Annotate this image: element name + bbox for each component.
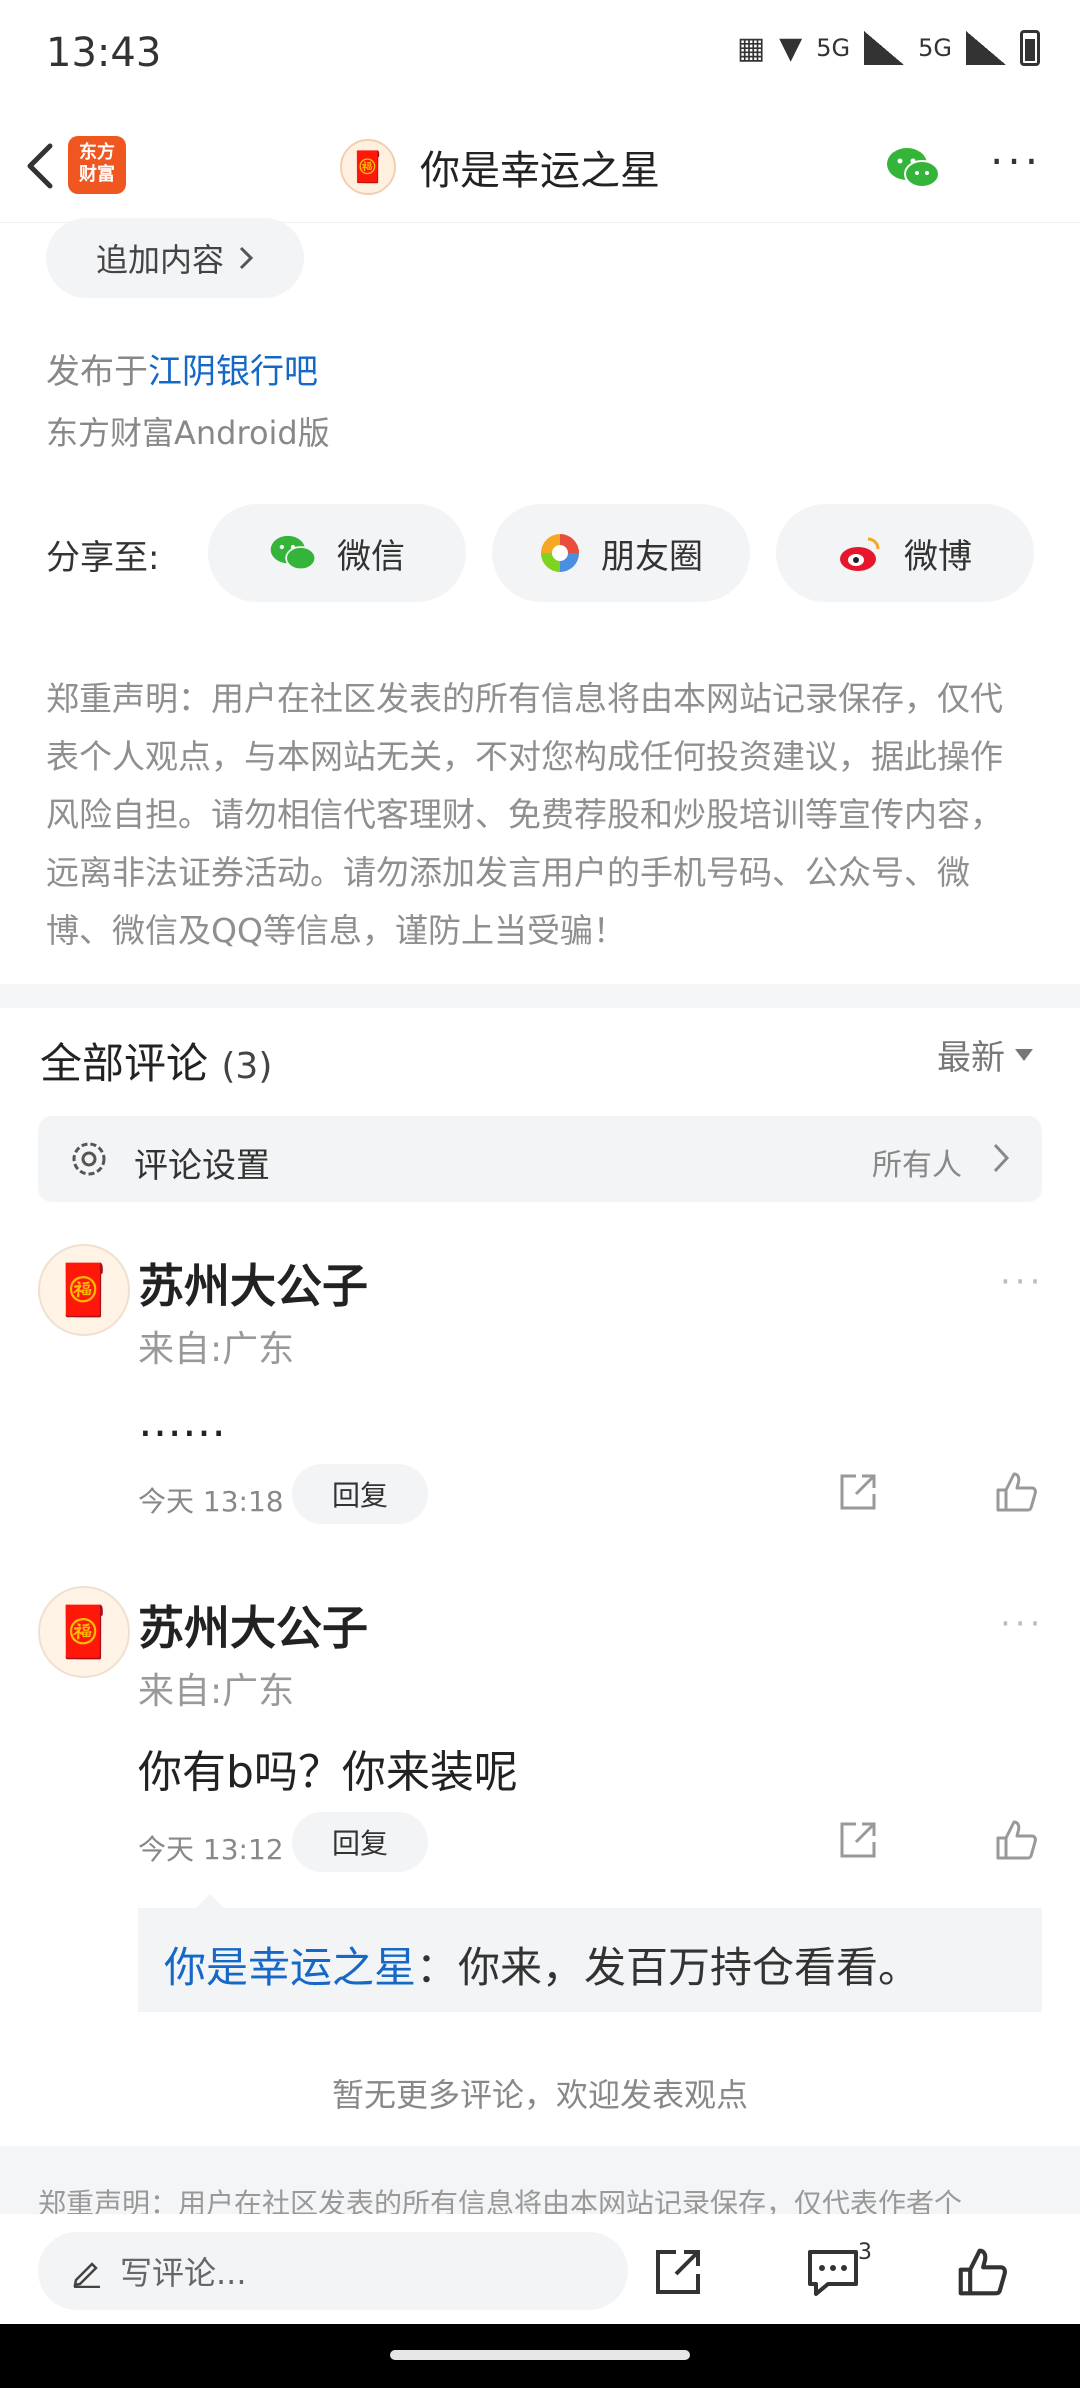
quote-content: 你是幸运之星：你来，发百万持仓看看。 bbox=[164, 1934, 920, 1995]
comments-count: (3) bbox=[221, 1046, 273, 1087]
reply-button[interactable]: 回复 bbox=[292, 1464, 428, 1524]
page-title: 你是幸运之星 bbox=[420, 148, 660, 194]
commenter-avatar[interactable]: 🧧 bbox=[38, 1586, 130, 1678]
comment-settings-row[interactable]: 评论设置 所有人 bbox=[38, 1116, 1042, 1202]
system-nav-bar bbox=[0, 2324, 1080, 2388]
chevron-right-icon bbox=[239, 246, 254, 270]
comment-text: 你有b吗？你来装呢 bbox=[138, 1747, 518, 1798]
commenter-avatar[interactable]: 🧧 bbox=[38, 1244, 130, 1336]
logo-text-1: 东方 bbox=[79, 142, 115, 163]
published-prefix: 发布于 bbox=[46, 352, 148, 392]
pencil-icon bbox=[73, 2262, 100, 2288]
footer-disclaimer-text: 郑重声明：用户在社区发表的所有信息将由本网站记录保存，仅代表作者个 bbox=[38, 2187, 963, 2214]
share-wechat-button[interactable]: 微信 bbox=[208, 504, 466, 602]
chevron-right-icon bbox=[993, 1143, 1010, 1173]
share-weibo-label: 微博 bbox=[904, 536, 972, 577]
app-logo[interactable]: 东方 财富 bbox=[68, 136, 126, 194]
commenter-name[interactable]: 苏州大公子 bbox=[138, 1592, 368, 1658]
commenter-name[interactable]: 苏州大公子 bbox=[138, 1250, 368, 1316]
share-wechat-label: 微信 bbox=[337, 536, 405, 577]
network-label-2: 5G bbox=[918, 34, 952, 62]
logo-text-2: 财富 bbox=[79, 164, 115, 185]
share-comment-icon[interactable] bbox=[836, 1470, 880, 1514]
status-icons: ▦ ▼ 5G 5G bbox=[737, 30, 1040, 66]
like-icon[interactable] bbox=[994, 1818, 1038, 1862]
comments-heading: 全部评论 (3) bbox=[40, 1030, 272, 1091]
published-info: 发布于江阴银行吧 bbox=[46, 344, 318, 393]
title-group[interactable]: 🧧 你是幸运之星 bbox=[340, 138, 660, 196]
comment-count-badge: 3 bbox=[858, 2240, 872, 2265]
status-bar: 13:43 ▦ ▼ 5G 5G bbox=[0, 0, 1080, 110]
share-moments-label: 朋友圈 bbox=[601, 536, 703, 577]
share-label: 分享至: bbox=[46, 538, 160, 578]
signal-icon bbox=[864, 31, 905, 65]
share-icon[interactable] bbox=[652, 2246, 704, 2298]
comment-time: 今天 13:12 bbox=[138, 1833, 284, 1866]
signal-icon-2 bbox=[966, 31, 1006, 65]
back-arrow-icon[interactable] bbox=[18, 138, 68, 194]
no-more-comments: 暂无更多评论，欢迎发表观点 bbox=[331, 2076, 748, 2114]
caret-down-icon bbox=[1015, 1048, 1033, 1061]
home-gesture-bar[interactable] bbox=[390, 2350, 690, 2360]
client-info: 东方财富Android版 bbox=[46, 414, 330, 452]
wechat-share-icon[interactable] bbox=[885, 146, 941, 190]
network-label-1: 5G bbox=[816, 34, 851, 62]
like-post-icon[interactable] bbox=[956, 2246, 1008, 2298]
gear-icon bbox=[72, 1142, 106, 1176]
board-link[interactable]: 江阴银行吧 bbox=[148, 352, 318, 392]
top-nav-bar: 东方 财富 🧧 你是幸运之星 ··· bbox=[0, 110, 1080, 223]
nfc-icon: ▦ bbox=[736, 30, 766, 66]
like-icon[interactable] bbox=[994, 1470, 1038, 1514]
author-avatar: 🧧 bbox=[340, 139, 396, 195]
comments-title: 全部评论 bbox=[40, 1039, 209, 1088]
comment-icon[interactable] bbox=[806, 2248, 860, 2298]
wechat-icon bbox=[270, 535, 317, 571]
comment-settings-value: 所有人 bbox=[872, 1148, 962, 1183]
quoted-reply[interactable]: 你是幸运之星：你来，发百万持仓看看。 bbox=[138, 1894, 1042, 2012]
bottom-action-bar: 写评论... 3 bbox=[0, 2214, 1080, 2324]
reply-button[interactable]: 回复 bbox=[292, 1812, 428, 1872]
status-time: 13:43 bbox=[46, 30, 162, 76]
write-comment-input[interactable]: 写评论... bbox=[38, 2232, 628, 2310]
share-moments-button[interactable]: 朋友圈 bbox=[492, 504, 750, 602]
footer-disclaimer: 郑重声明：用户在社区发表的所有信息将由本网站记录保存，仅代表作者个 bbox=[0, 2146, 1080, 2214]
comment-more-icon[interactable]: ··· bbox=[1000, 1604, 1044, 1644]
moments-icon bbox=[541, 534, 579, 572]
weibo-icon bbox=[840, 537, 880, 571]
disclaimer-text: 郑重声明：用户在社区发表的所有信息将由本网站记录保存，仅代表个人观点，与本网站无… bbox=[46, 679, 1003, 950]
quote-pointer bbox=[196, 1894, 224, 1908]
sort-dropdown[interactable]: 最新 bbox=[937, 1030, 1033, 1079]
sort-label: 最新 bbox=[937, 1038, 1005, 1078]
add-content-label: 追加内容 bbox=[95, 241, 224, 279]
comment-time: 今天 13:18 bbox=[138, 1485, 284, 1518]
quote-user[interactable]: 你是幸运之星 bbox=[164, 1943, 416, 1992]
share-comment-icon[interactable] bbox=[836, 1818, 880, 1862]
commenter-location: 来自:广东 bbox=[138, 1329, 295, 1370]
quote-text: ：你来，发百万持仓看看。 bbox=[416, 1943, 921, 1992]
add-content-button[interactable]: 追加内容 bbox=[46, 218, 304, 298]
wifi-icon: ▼ bbox=[779, 30, 803, 66]
comment-settings-label: 评论设置 bbox=[134, 1146, 270, 1186]
battery-icon bbox=[1020, 30, 1040, 66]
write-comment-placeholder: 写评论... bbox=[120, 2254, 247, 2292]
commenter-location: 来自:广东 bbox=[138, 1671, 295, 1712]
section-divider bbox=[0, 984, 1080, 1008]
share-weibo-button[interactable]: 微博 bbox=[776, 504, 1034, 602]
comment-more-icon[interactable]: ··· bbox=[1000, 1262, 1044, 1302]
comment-text: …… bbox=[138, 1396, 226, 1447]
